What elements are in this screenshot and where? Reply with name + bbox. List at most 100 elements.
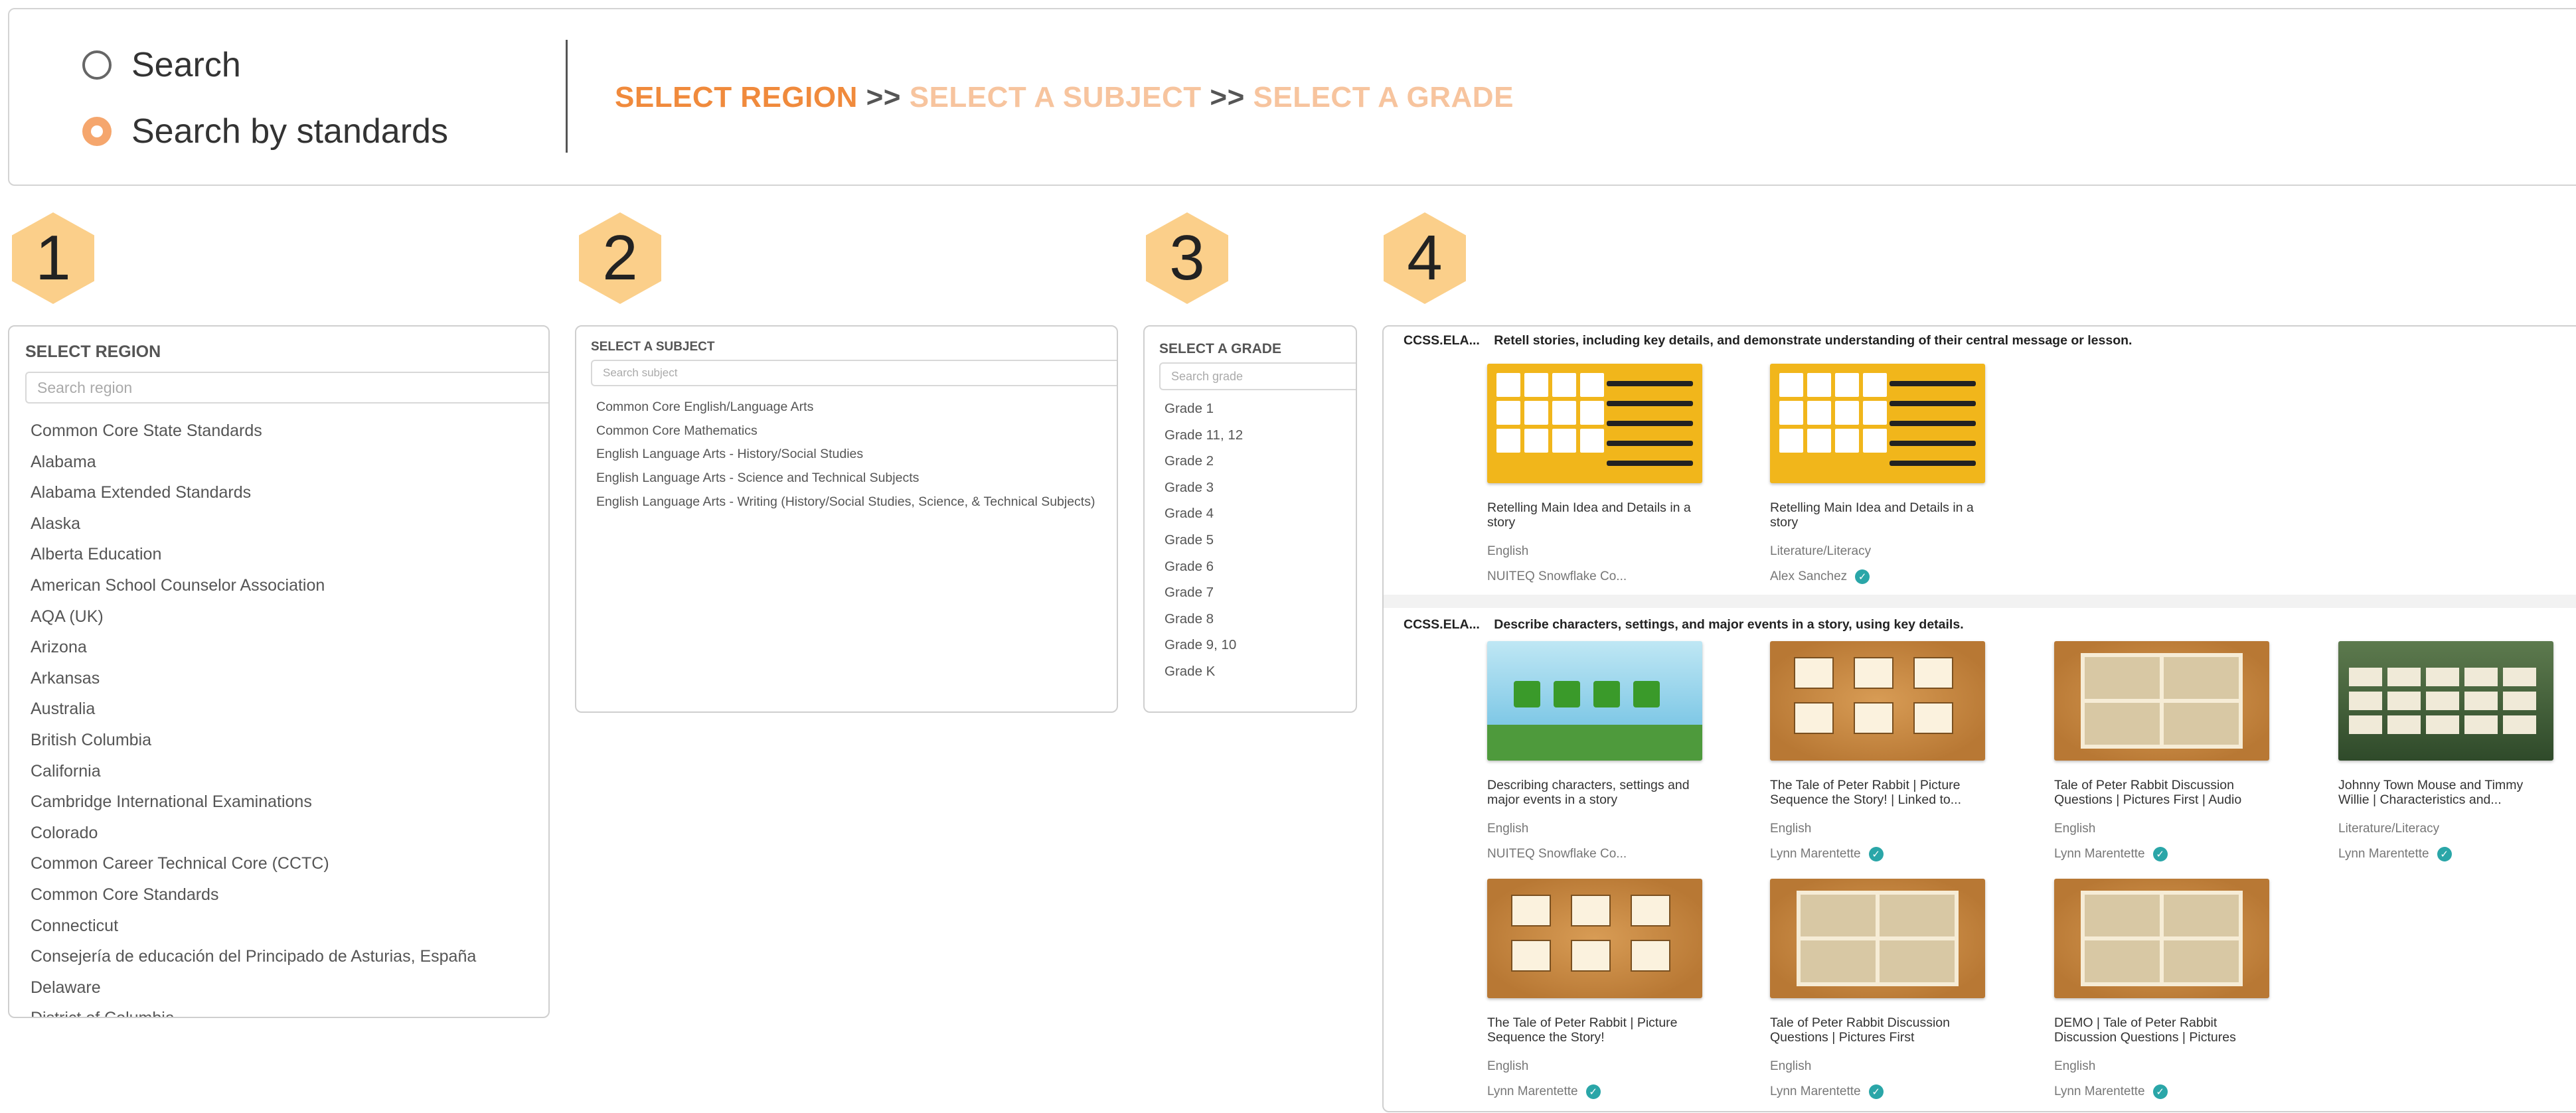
activity-subject: English <box>1487 544 1529 558</box>
activity-card[interactable]: Retelling Main Idea and Details in a sto… <box>1770 364 1989 584</box>
author-name: NUITEQ Snowflake Co... <box>1487 569 1627 583</box>
activity-card[interactable]: The Tale of Peter Rabbit | Picture Seque… <box>1770 641 1989 861</box>
author-name: Lynn Marentette <box>2054 847 2145 861</box>
activity-card[interactable]: Tale of Peter Rabbit Discussion Question… <box>2054 641 2273 861</box>
activity-author: NUITEQ Snowflake Co... <box>1487 569 1706 584</box>
activity-card[interactable]: Describing characters, settings and majo… <box>1487 641 1706 861</box>
activity-author: Lynn Marentette ✓ <box>2054 847 2273 861</box>
standard-code: CCSS.ELA... <box>1404 617 1480 632</box>
verified-check-icon: ✓ <box>1868 847 1884 861</box>
activity-title: Tale of Peter Rabbit Discussion Question… <box>2054 778 2242 807</box>
region-item[interactable]: Consejería de educación del Principado d… <box>31 941 476 972</box>
activity-author: Lynn Marentette ✓ <box>1770 1084 1989 1099</box>
step-1-badge: 1 <box>12 212 94 304</box>
standard-description: Describe characters, settings, and major… <box>1494 617 1964 632</box>
activity-subject: English <box>1487 1059 1529 1073</box>
grade-list: Grade 1 Grade 11, 12 Grade 2 Grade 3 Gra… <box>1165 396 1243 685</box>
region-item[interactable]: Alabama Extended Standards <box>31 477 476 508</box>
activity-thumbnail <box>1770 879 1985 998</box>
region-item[interactable]: Common Career Technical Core (CCTC) <box>31 848 476 879</box>
region-item[interactable]: American School Counselor Association <box>31 570 476 601</box>
region-item[interactable]: California <box>31 756 476 787</box>
grade-item[interactable]: Grade 3 <box>1165 475 1243 501</box>
grade-item[interactable]: Grade 5 <box>1165 527 1243 554</box>
verified-check-icon: ✓ <box>1855 569 1870 584</box>
subject-item[interactable]: English Language Arts - History/Social S… <box>596 443 1095 467</box>
section-divider <box>1384 595 2576 608</box>
subject-search-input[interactable]: Search subject <box>591 360 1117 386</box>
breadcrumb: SELECT REGION >> SELECT A SUBJECT >> SEL… <box>615 81 1514 114</box>
grade-item[interactable]: Grade 8 <box>1165 606 1243 632</box>
subject-item[interactable]: Common Core English/Language Arts <box>596 396 1095 419</box>
activity-thumbnail <box>2054 641 2269 761</box>
radio-label: Search by standards <box>131 112 448 151</box>
author-name: Alex Sanchez <box>1770 569 1848 583</box>
panel-title: SELECT A GRADE <box>1159 341 1281 356</box>
breadcrumb-select-region[interactable]: SELECT REGION <box>615 81 858 113</box>
verified-check-icon: ✓ <box>2152 1084 2168 1099</box>
region-item[interactable]: Connecticut <box>31 911 476 942</box>
activity-title: The Tale of Peter Rabbit | Picture Seque… <box>1487 1015 1678 1045</box>
activity-thumbnail <box>1487 364 1702 483</box>
activity-subject: English <box>2054 1059 2096 1073</box>
activity-thumbnail <box>1487 641 1702 761</box>
grade-item[interactable]: Grade 9, 10 <box>1165 632 1243 658</box>
grade-item[interactable]: Grade 7 <box>1165 579 1243 606</box>
activity-card[interactable]: Retelling Main Idea and Details in a sto… <box>1487 364 1706 584</box>
activity-thumbnail <box>2054 879 2269 998</box>
region-item[interactable]: Alberta Education <box>31 539 476 570</box>
standard-header[interactable]: CCSS.ELA... Describe characters, setting… <box>1404 617 1964 632</box>
subject-item[interactable]: English Language Arts - Writing (History… <box>596 490 1095 514</box>
region-item[interactable]: Delaware <box>31 972 476 1003</box>
subject-item[interactable]: Common Core Mathematics <box>596 419 1095 443</box>
activity-thumbnail <box>1770 641 1985 761</box>
region-item[interactable]: Colorado <box>31 818 476 849</box>
region-item[interactable]: Alaska <box>31 508 476 540</box>
region-search-input[interactable]: Search region <box>25 372 548 404</box>
grade-item[interactable]: Grade 1 <box>1165 396 1243 422</box>
standard-header[interactable]: CCSS.ELA... Retell stories, including ke… <box>1404 333 2132 348</box>
activity-card[interactable]: DEMO | Tale of Peter Rabbit Discussion Q… <box>2054 879 2273 1099</box>
step-4-badge: 4 <box>1384 212 1466 304</box>
region-item[interactable]: AQA (UK) <box>31 601 476 632</box>
activity-subject: English <box>1770 1059 1812 1073</box>
region-item[interactable]: Common Core State Standards <box>31 415 476 447</box>
region-item[interactable]: Cambridge International Examinations <box>31 786 476 818</box>
search-mode-bar: Search Search by standards SELECT REGION… <box>8 8 2576 186</box>
activity-author: Lynn Marentette ✓ <box>1770 847 1989 861</box>
grade-item[interactable]: Grade 6 <box>1165 554 1243 580</box>
activity-author: Lynn Marentette ✓ <box>2054 1084 2273 1099</box>
grade-item[interactable]: Grade K <box>1165 658 1243 685</box>
subject-item[interactable]: English Language Arts - Science and Tech… <box>596 467 1095 490</box>
grade-search-input[interactable]: Search grade <box>1159 362 1356 390</box>
radio-search-by-standards[interactable]: Search by standards <box>82 111 448 151</box>
activity-card[interactable]: Tale of Peter Rabbit Discussion Question… <box>1770 879 1989 1099</box>
author-name: Lynn Marentette <box>2338 847 2429 861</box>
radio-checked-icon[interactable] <box>82 117 112 146</box>
breadcrumb-select-subject: SELECT A SUBJECT <box>909 81 1202 113</box>
radio-search[interactable]: Search <box>82 45 241 85</box>
grade-item[interactable]: Grade 11, 12 <box>1165 422 1243 449</box>
activity-card[interactable]: The Tale of Peter Rabbit | Picture Seque… <box>1487 879 1706 1099</box>
region-panel: SELECT REGION Search region Common Core … <box>8 325 550 1018</box>
radio-unchecked-icon[interactable] <box>82 50 112 80</box>
grade-item[interactable]: Grade 4 <box>1165 500 1243 527</box>
region-item[interactable]: British Columbia <box>31 725 476 756</box>
region-item[interactable]: Alabama <box>31 447 476 478</box>
verified-check-icon: ✓ <box>1585 1084 1601 1099</box>
region-item[interactable]: Australia <box>31 694 476 725</box>
radio-label: Search <box>131 46 241 84</box>
verified-check-icon: ✓ <box>2437 847 2452 861</box>
activity-card[interactable]: Johnny Town Mouse and Timmy Willie | Cha… <box>2338 641 2557 861</box>
grade-item[interactable]: Grade 2 <box>1165 448 1243 475</box>
breadcrumb-separator: >> <box>1210 81 1245 113</box>
region-item[interactable]: Arizona <box>31 632 476 663</box>
region-item[interactable]: Common Core Standards <box>31 879 476 911</box>
author-name: Lynn Marentette <box>1770 1084 1861 1098</box>
activity-subject: Literature/Literacy <box>2338 822 2440 836</box>
verified-check-icon: ✓ <box>2152 847 2168 861</box>
region-item[interactable]: District of Columbia <box>31 1003 476 1017</box>
author-name: Lynn Marentette <box>2054 1084 2145 1098</box>
region-item[interactable]: Arkansas <box>31 663 476 694</box>
activity-author: Lynn Marentette ✓ <box>2338 847 2557 861</box>
